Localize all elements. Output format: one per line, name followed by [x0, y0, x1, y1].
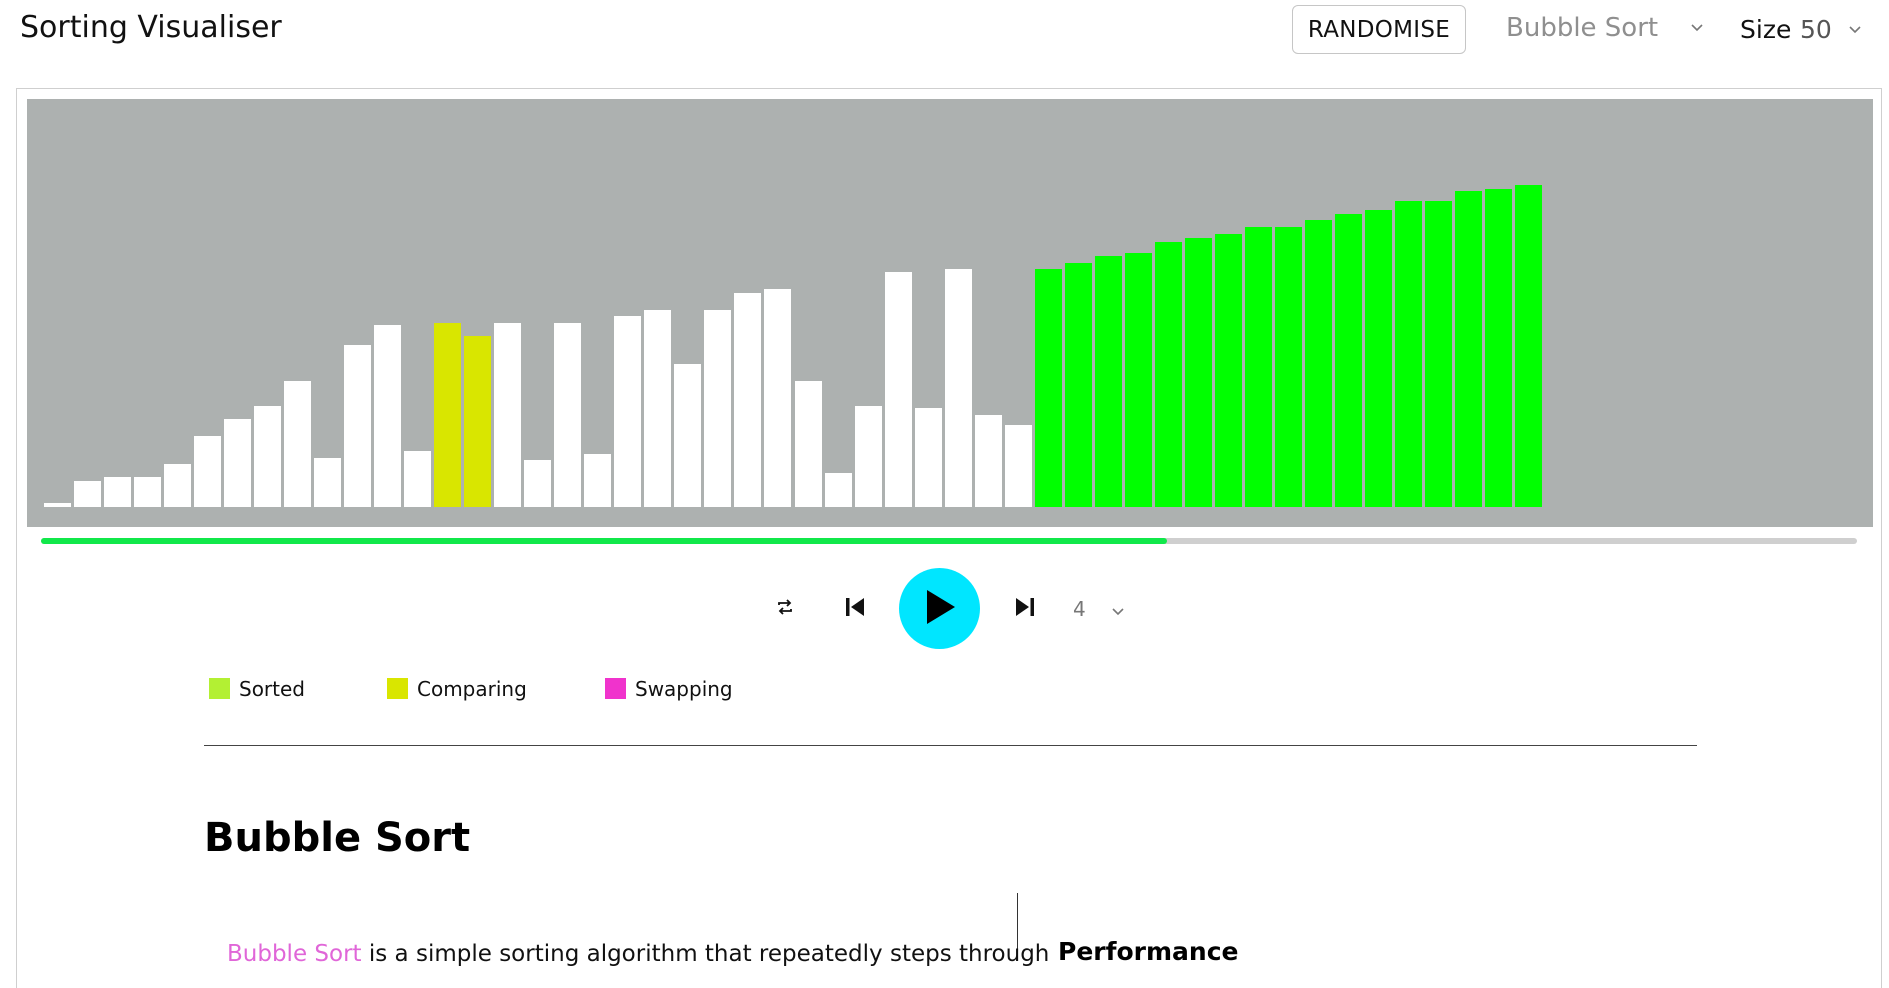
- array-bar: [914, 408, 942, 507]
- previous-button[interactable]: [838, 592, 872, 626]
- algorithm-description: Bubble Sort is a simple sorting algorith…: [227, 941, 1049, 967]
- array-bar: [704, 310, 732, 507]
- array-bar: [284, 381, 312, 507]
- performance-title: Performance: [1058, 937, 1239, 966]
- app-title: Sorting Visualiser: [20, 10, 282, 45]
- array-bar: [524, 460, 552, 507]
- skip-previous-icon: [843, 595, 867, 623]
- size-label: Size: [1740, 15, 1792, 44]
- array-bar: [554, 323, 582, 507]
- algorithm-link[interactable]: Bubble Sort: [227, 941, 362, 967]
- array-bar: [494, 323, 522, 507]
- speed-select[interactable]: 4: [1073, 597, 1086, 621]
- array-bar: [44, 503, 71, 507]
- array-bar: [164, 464, 192, 507]
- legend-label: Comparing: [417, 677, 527, 701]
- array-bar: [254, 406, 282, 507]
- skip-next-icon: [1013, 595, 1037, 623]
- array-bar: [824, 473, 852, 507]
- array-bar: [224, 419, 252, 507]
- algorithm-title: Bubble Sort: [204, 815, 471, 861]
- array-bar: [1394, 201, 1422, 507]
- bars-area: [27, 99, 1873, 527]
- legend-swatch-comparing: [387, 678, 408, 699]
- progress-fill: [41, 538, 1167, 544]
- algorithm-select-value: Bubble Sort: [1506, 13, 1659, 43]
- array-bar: [1154, 242, 1182, 507]
- array-bar: [1094, 256, 1122, 507]
- array-bar: [1274, 227, 1302, 507]
- array-bar: [764, 289, 792, 507]
- randomise-button[interactable]: RANDOMISE: [1292, 5, 1466, 54]
- legend-label: Sorted: [239, 677, 305, 701]
- array-bar: [614, 316, 642, 507]
- array-bar: [194, 436, 222, 507]
- top-bar: Sorting Visualiser RANDOMISE Bubble Sort…: [0, 0, 1889, 72]
- repeat-button[interactable]: [770, 594, 800, 624]
- array-bar: [1184, 238, 1212, 507]
- array-bar: [734, 293, 762, 507]
- array-bar: [1244, 227, 1272, 507]
- array-bar: [74, 481, 102, 507]
- repeat-icon: [775, 597, 795, 621]
- array-bar: [974, 415, 1002, 507]
- array-bar: [1484, 189, 1512, 507]
- description-text: is a simple sorting algorithm that repea…: [361, 941, 1050, 967]
- array-bar: [884, 272, 912, 507]
- array-bar: [584, 454, 612, 507]
- array-bar: [464, 336, 492, 507]
- progress-slider[interactable]: [41, 538, 1857, 544]
- array-bar: [1034, 269, 1062, 507]
- array-bar: [644, 310, 672, 507]
- next-button[interactable]: [1008, 592, 1042, 626]
- array-bar: [434, 323, 462, 507]
- array-bar: [314, 458, 342, 507]
- legend-swatch-swapping: [605, 678, 626, 699]
- array-bar: [674, 364, 702, 507]
- array-bar: [134, 477, 162, 507]
- chevron-down-icon[interactable]: [1111, 603, 1125, 621]
- array-bar: [1364, 210, 1392, 507]
- array-bar: [854, 406, 882, 507]
- array-bar: [344, 345, 372, 507]
- array-bar: [1004, 425, 1032, 507]
- array-bar: [1214, 234, 1242, 507]
- array-bar: [1424, 201, 1452, 507]
- array-bar: [404, 451, 432, 507]
- array-bar: [1454, 191, 1482, 507]
- play-button[interactable]: [899, 568, 980, 649]
- legend-swatch-sorted: [209, 678, 230, 699]
- array-bar: [1304, 220, 1332, 507]
- array-bar: [1124, 253, 1152, 507]
- array-bar: [104, 477, 132, 507]
- section-divider: [204, 745, 1697, 746]
- array-bar: [1334, 214, 1362, 507]
- algorithm-select[interactable]: Bubble Sort: [1506, 13, 1706, 49]
- array-bar: [1514, 185, 1542, 507]
- chevron-down-icon: [1690, 19, 1704, 37]
- legend-label: Swapping: [635, 677, 733, 701]
- array-bar: [944, 269, 972, 507]
- array-bar: [374, 325, 402, 507]
- chevron-down-icon[interactable]: [1848, 21, 1862, 39]
- size-select[interactable]: 50: [1800, 15, 1832, 44]
- play-icon: [923, 588, 957, 630]
- array-bar: [794, 381, 822, 507]
- array-bar: [1064, 263, 1092, 507]
